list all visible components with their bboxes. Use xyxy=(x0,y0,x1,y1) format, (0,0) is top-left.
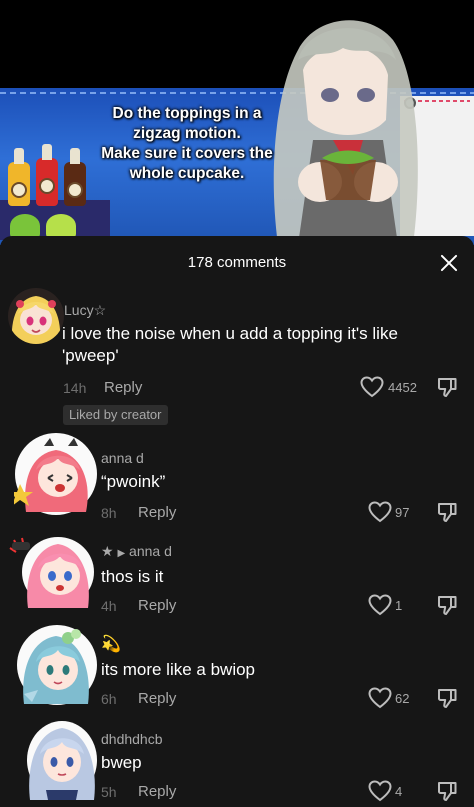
avatar[interactable] xyxy=(14,432,98,516)
comments-count: 178 comments xyxy=(187,254,287,271)
reply-button[interactable]: Reply xyxy=(104,379,142,396)
bottle-brown xyxy=(64,148,86,206)
heart-icon[interactable] xyxy=(368,780,392,802)
comment-text: i love the noise when u add a topping it… xyxy=(62,323,442,367)
comment-time: 6h xyxy=(101,691,117,707)
like-count: 4 xyxy=(395,784,403,799)
thumbs-down-icon[interactable] xyxy=(436,501,458,523)
comment-text-line: 'pweep' xyxy=(62,346,119,365)
comment-username[interactable]: anna d xyxy=(101,450,144,466)
username-prefix: ★ xyxy=(101,543,114,559)
caption-line: whole cupcake. xyxy=(129,165,245,182)
caption-line: Make sure it covers the xyxy=(101,145,273,162)
caret-right-icon: ▶ xyxy=(117,548,126,559)
character-illustration xyxy=(273,20,418,245)
reply-button[interactable]: Reply xyxy=(138,597,176,614)
comment-time: 4h xyxy=(101,598,117,614)
like-count: 1 xyxy=(395,598,403,613)
thumbs-down-icon[interactable] xyxy=(436,594,458,616)
close-icon[interactable] xyxy=(438,252,460,274)
reply-to-username[interactable]: anna d xyxy=(129,543,172,559)
comment-username[interactable]: Lucy☆ xyxy=(64,302,106,319)
sprinkle-cup-lime xyxy=(46,214,76,238)
reply-button[interactable]: Reply xyxy=(138,783,176,800)
video-preview[interactable]: Do the toppings in a zigzag motion. Make… xyxy=(0,0,474,245)
thumbs-down-icon[interactable] xyxy=(436,687,458,709)
comment-username[interactable]: ★ ▶ anna d xyxy=(101,543,172,560)
heart-icon[interactable] xyxy=(368,594,392,616)
comment-time: 8h xyxy=(101,505,117,521)
avatar[interactable] xyxy=(8,288,64,344)
comment-text: bwep xyxy=(101,753,142,772)
thumbs-down-icon[interactable] xyxy=(436,376,458,398)
comment-username[interactable]: dhdhdhcb xyxy=(101,731,163,747)
bottle-red xyxy=(36,144,58,206)
reply-button[interactable]: Reply xyxy=(138,690,176,707)
comment-text-line: i love the noise when u add a topping it… xyxy=(62,324,398,343)
heart-icon[interactable] xyxy=(360,376,384,398)
comment-text: “pwoink” xyxy=(101,472,166,491)
comment-username[interactable]: 💫 xyxy=(101,634,121,654)
sprinkle-cup-green xyxy=(10,214,40,238)
avatar[interactable] xyxy=(8,532,96,608)
caption-line: zigzag motion. xyxy=(133,125,241,142)
reply-button[interactable]: Reply xyxy=(138,504,176,521)
comment-time: 14h xyxy=(63,380,87,396)
like-count: 62 xyxy=(395,691,410,706)
comment-time: 5h xyxy=(101,784,117,800)
comment-text: thos is it xyxy=(101,567,164,586)
like-count: 97 xyxy=(395,505,410,520)
avatar[interactable] xyxy=(26,716,98,800)
video-caption: Do the toppings in a zigzag motion. Make… xyxy=(92,104,282,184)
like-count: 4452 xyxy=(388,380,417,395)
heart-icon[interactable] xyxy=(368,501,392,523)
comment-text: its more like a bwiop xyxy=(101,660,256,679)
avatar[interactable] xyxy=(16,624,98,706)
thumbs-down-icon[interactable] xyxy=(436,780,458,802)
heart-icon[interactable] xyxy=(368,687,392,709)
caption-line: Do the toppings in a xyxy=(112,105,262,122)
bottle-yellow xyxy=(8,148,30,206)
liked-by-creator-badge: Liked by creator xyxy=(63,405,168,425)
